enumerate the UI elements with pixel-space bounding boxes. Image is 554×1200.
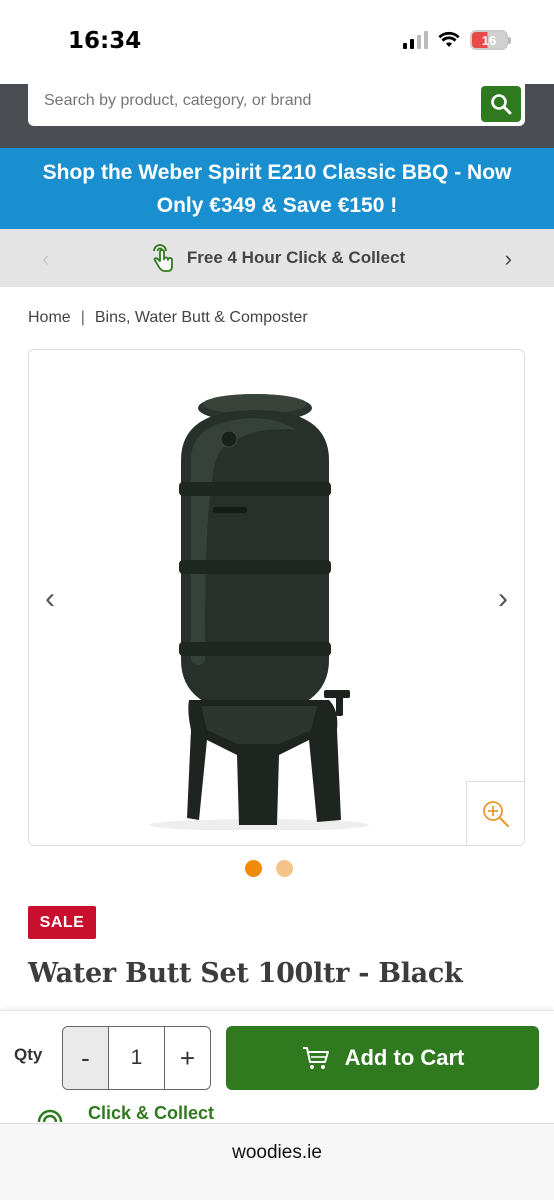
hand-tap-icon: [152, 244, 173, 272]
promo-banner[interactable]: Shop the Weber Spirit E210 Classic BBQ -…: [0, 148, 554, 229]
qty-increase-button[interactable]: +: [164, 1027, 210, 1089]
cellular-signal-icon: [403, 31, 428, 49]
gallery-next-icon[interactable]: ›: [498, 582, 508, 616]
breadcrumb-home[interactable]: Home: [28, 309, 71, 327]
status-time: 16:34: [68, 28, 142, 54]
service-message: Free 4 Hour Click & Collect: [149, 243, 405, 273]
gallery-dot-1[interactable]: [245, 860, 262, 877]
qty-label: Qty: [14, 1045, 43, 1064]
product-title: Water Butt Set 100ltr - Black: [28, 958, 463, 989]
status-bar: 16:34 16: [0, 0, 554, 84]
battery-level: 16: [481, 32, 497, 48]
search-button[interactable]: [481, 86, 521, 122]
battery-icon: 16: [470, 30, 511, 50]
search-input[interactable]: [44, 92, 464, 110]
add-to-cart-bar: Qty - 1 + Add to Cart Click & Collect: [0, 1010, 554, 1123]
click-collect-option[interactable]: Click & Collect: [36, 1102, 214, 1124]
carousel-next-icon[interactable]: ›: [505, 246, 512, 272]
add-to-cart-button[interactable]: Add to Cart: [226, 1026, 539, 1090]
zoom-button[interactable]: [466, 781, 524, 845]
service-message-text: Free 4 Hour Click & Collect: [186, 248, 406, 267]
product-image: [149, 394, 369, 830]
breadcrumb-separator: |: [80, 309, 85, 326]
breadcrumb: Home | Bins, Water Butt & Composter: [28, 309, 308, 327]
wifi-icon: [438, 31, 460, 47]
search-icon: [491, 94, 512, 115]
quantity-stepper: - 1 +: [62, 1026, 211, 1090]
sale-badge: SALE: [28, 906, 96, 939]
add-to-cart-label: Add to Cart: [344, 1045, 465, 1070]
gallery-dot-2[interactable]: [276, 860, 293, 877]
qty-input[interactable]: 1: [109, 1027, 164, 1089]
search-bar: [28, 84, 525, 126]
url-text: woodies.ie: [232, 1142, 322, 1163]
click-collect-label: Click & Collect: [88, 1102, 215, 1123]
gallery-prev-icon[interactable]: ‹: [45, 582, 55, 616]
store-pickup-icon: [37, 1109, 63, 1123]
browser-address-bar[interactable]: woodies.ie: [0, 1123, 554, 1200]
site-header: [0, 84, 554, 148]
status-icons: 16: [403, 30, 511, 50]
qty-decrease-button[interactable]: -: [63, 1027, 109, 1089]
cart-icon: [302, 1047, 329, 1069]
zoom-in-icon: [482, 800, 509, 827]
carousel-prev-icon[interactable]: ‹: [42, 246, 49, 272]
breadcrumb-category[interactable]: Bins, Water Butt & Composter: [95, 309, 308, 327]
gallery-pagination: [245, 860, 293, 877]
product-gallery[interactable]: ‹ ›: [28, 349, 525, 846]
promo-text: Shop the Weber Spirit E210 Classic BBQ -…: [42, 160, 512, 217]
service-carousel: ‹ Free 4 Hour Click & Collect ›: [0, 229, 554, 287]
